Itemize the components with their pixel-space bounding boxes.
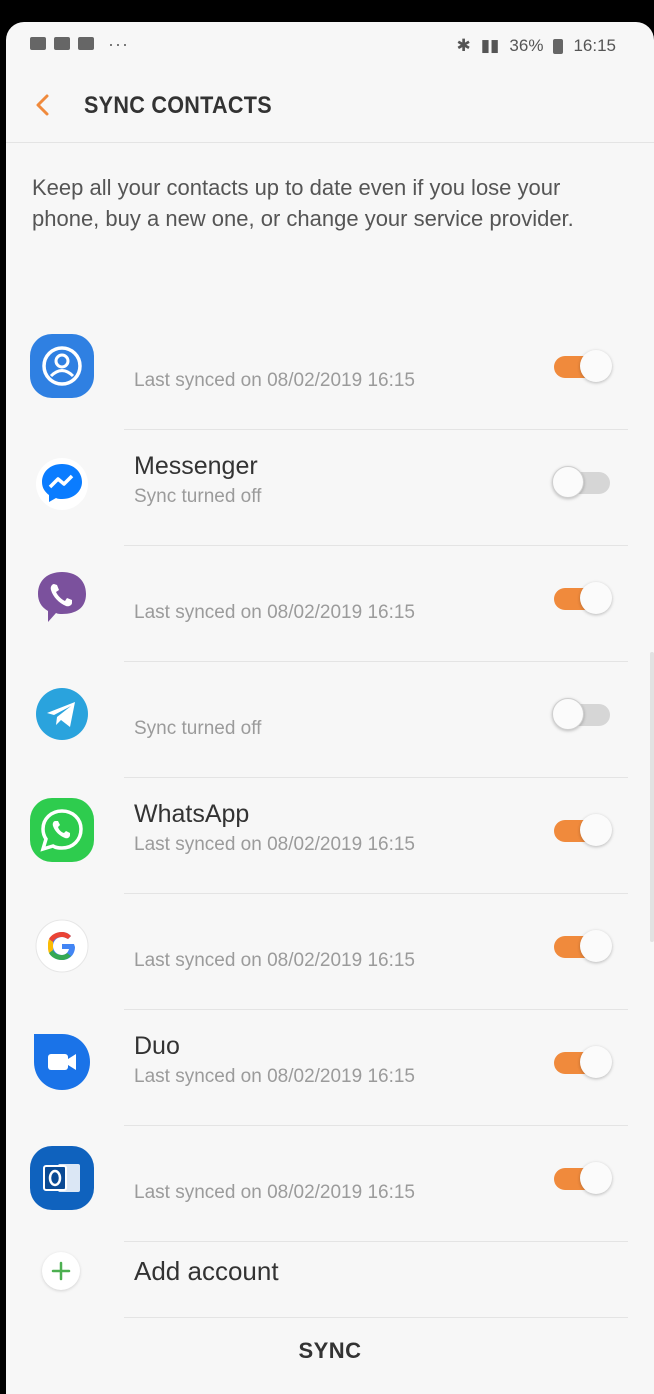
whatsapp-icon [30, 798, 94, 862]
account-label: WhatsApp [134, 800, 250, 828]
signal-icon: ▮▮ [480, 36, 500, 55]
account-row-messenger[interactable]: Messenger Sync turned off [6, 430, 654, 546]
sync-status: Sync turned off [134, 718, 262, 739]
sync-toggle[interactable] [552, 466, 612, 498]
sync-button[interactable]: SYNC [6, 1338, 654, 1364]
sync-status: Sync turned off [134, 486, 262, 507]
sync-status: Last synced on 08/02/2019 16:15 [134, 834, 416, 855]
bluetooth-icon: ✱ [456, 36, 471, 55]
status-bar-system: ✱ ▮▮ 36% 16:15 [456, 36, 616, 56]
sync-status: Last synced on 08/02/2019 16:15 [134, 950, 416, 971]
status-bar: ··· ✱ ▮▮ 36% 16:15 [6, 22, 654, 72]
clock: 16:15 [573, 36, 616, 55]
add-account-row[interactable]: Add account [6, 1222, 654, 1318]
sync-toggle[interactable] [552, 1162, 612, 1194]
duo-icon [34, 1034, 90, 1090]
back-arrow-icon[interactable] [28, 90, 58, 120]
app-bar: SYNC CONTACTS [6, 72, 654, 143]
account-row-whatsapp[interactable]: WhatsApp Last synced on 08/02/2019 16:15 [6, 778, 654, 894]
account-row-duo[interactable]: Duo Last synced on 08/02/2019 16:15 [6, 1010, 654, 1126]
sync-toggle[interactable] [552, 698, 612, 730]
screen-icon [54, 37, 70, 50]
sync-toggle[interactable] [552, 814, 612, 846]
samsung-account-icon [30, 334, 94, 398]
account-row-google[interactable]: Last synced on 08/02/2019 16:15 [6, 894, 654, 1010]
page-title: SYNC CONTACTS [84, 92, 272, 119]
account-label: Duo [134, 1032, 180, 1060]
bottom-bar: SYNC [6, 1318, 654, 1394]
sync-status: Last synced on 08/02/2019 16:15 [134, 1066, 416, 1087]
message-icon [78, 37, 94, 50]
sync-toggle[interactable] [552, 1046, 612, 1078]
messenger-icon [36, 458, 88, 510]
battery-percent: 36% [509, 36, 544, 55]
screen: ··· ✱ ▮▮ 36% 16:15 SYNC CONTACTS Keep al… [6, 22, 654, 1394]
add-account-label: Add account [134, 1256, 279, 1286]
more-notifications-icon: ··· [108, 33, 129, 54]
viber-icon [38, 572, 86, 622]
sync-toggle[interactable] [552, 582, 612, 614]
status-bar-notifications: ··· [30, 33, 129, 54]
account-label: Messenger [134, 452, 258, 480]
google-icon [35, 919, 89, 973]
sync-status: Last synced on 08/02/2019 16:15 [134, 602, 416, 623]
telegram-icon [36, 688, 88, 740]
sync-description: Keep all your contacts up to date even i… [32, 175, 574, 231]
scrollbar[interactable] [650, 652, 654, 942]
account-row-samsung[interactable]: Last synced on 08/02/2019 16:15 [6, 314, 654, 430]
account-row-telegram[interactable]: Sync turned off [6, 662, 654, 778]
sync-toggle[interactable] [552, 350, 612, 382]
outlook-icon [30, 1146, 94, 1210]
plus-icon [42, 1252, 80, 1290]
sync-status: Last synced on 08/02/2019 16:15 [134, 370, 416, 391]
account-row-viber[interactable]: Last synced on 08/02/2019 16:15 [6, 546, 654, 662]
sync-status: Last synced on 08/02/2019 16:15 [134, 1182, 416, 1203]
notification-icon [30, 37, 46, 50]
battery-icon [553, 38, 564, 54]
sync-toggle[interactable] [552, 930, 612, 962]
